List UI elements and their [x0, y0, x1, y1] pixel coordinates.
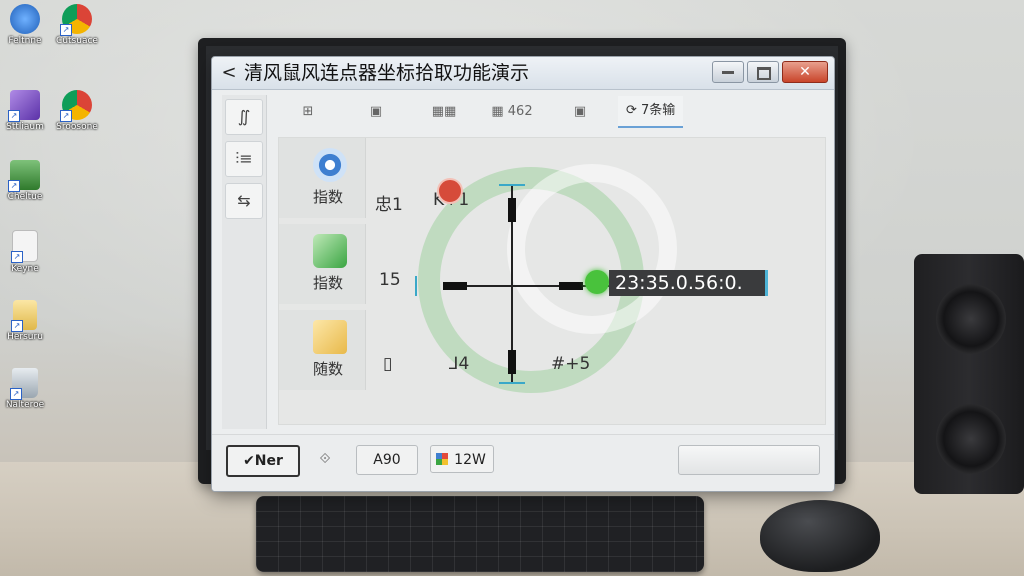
keyboard — [256, 496, 704, 572]
desktop-icon-3[interactable]: ↗ Sttliaum — [0, 90, 50, 132]
target-icon — [313, 148, 347, 182]
shortcut-arrow-icon: ↗ — [60, 24, 72, 36]
row-1-label: 指数 — [313, 188, 344, 206]
cell-r2c2: 15 — [379, 270, 401, 290]
crosshair-tick-top — [499, 184, 525, 186]
crosshair-handle-bottom[interactable] — [508, 350, 516, 374]
speaker-woofer-bottom — [936, 404, 1006, 474]
desktop-icon-4[interactable]: ↗ Sroosone — [52, 90, 102, 132]
tab-table[interactable]: ▦▦ — [414, 97, 474, 127]
recycle-bin-icon: ↗ — [10, 368, 38, 400]
desktop-icon-2[interactable]: ↗ Cutsuace — [52, 4, 102, 46]
swap-tool-icon[interactable]: ⇆ — [225, 183, 263, 219]
shortcut-arrow-icon: ↗ — [10, 388, 22, 400]
desktop-icon-8[interactable]: ↗ Nalteroe — [0, 368, 50, 410]
document-icon: ↗ — [11, 230, 38, 263]
row-3-label: 随数 — [313, 360, 344, 378]
shortcut-arrow-icon: ↗ — [11, 251, 23, 263]
red-marker-icon — [437, 178, 463, 204]
tab-refresh[interactable]: ⟳ 7条输 — [618, 96, 684, 128]
tab-grid[interactable]: ⊞ — [278, 97, 338, 127]
shortcut-arrow-icon: ↗ — [8, 180, 20, 192]
row-1[interactable]: 指数 — [279, 138, 366, 218]
colorful-app-icon — [436, 453, 448, 465]
crosshair-handle-top[interactable] — [508, 198, 516, 222]
row-2-label: 指数 — [313, 274, 344, 292]
chrome-icon: ↗ — [60, 4, 92, 36]
user-folder-icon — [10, 4, 40, 34]
row-3[interactable]: 随数 — [279, 310, 366, 390]
shortcut-arrow-icon: ↗ — [60, 110, 72, 122]
cell-r1c2: 忠1 — [375, 195, 403, 215]
shortcut-arrow-icon: ↗ — [11, 320, 23, 332]
window-title: 清风鼠风连点器坐标拾取功能演示 — [244, 62, 530, 84]
crosshair-tick-left — [415, 276, 417, 296]
a90-button[interactable]: A90 — [356, 445, 418, 475]
tab-save[interactable]: ▣ — [550, 97, 610, 127]
note-icon — [313, 320, 347, 354]
desktop-icon-1[interactable]: Feltnne — [0, 4, 50, 46]
crosshair-handle-left[interactable] — [443, 282, 467, 290]
crosshair-handle-right[interactable] — [559, 282, 583, 290]
w12-label: 12W — [454, 452, 486, 468]
wine-bottle-icon — [313, 234, 347, 268]
minimize-button[interactable] — [712, 61, 744, 83]
confirm-button[interactable]: ✔Ner — [226, 445, 300, 477]
cell-r3c3: ⅃4 — [449, 354, 470, 374]
close-icon: ✕ — [799, 64, 811, 80]
left-toolbar: ∬ ⫶≡ ⇆ — [222, 95, 267, 429]
bottom-bar: ✔Ner ⟐ A90 12W — [212, 434, 834, 491]
title-bar: < 清风鼠风连点器坐标拾取功能演示 ✕ — [212, 57, 834, 90]
pick-point-icon[interactable] — [585, 270, 609, 294]
app-window: < 清风鼠风连点器坐标拾取功能演示 ✕ ∬ ⫶≡ ⇆ ⊞ ▣ ▦▦ ▦ 462 … — [211, 56, 835, 492]
top-toolbar: ⊞ ▣ ▦▦ ▦ 462 ▣ ⟳ 7条输 — [278, 93, 824, 131]
text-file-icon: ↗ — [11, 300, 37, 332]
speaker-woofer-top — [936, 284, 1006, 354]
white-ring-overlay — [507, 164, 677, 334]
close-button[interactable]: ✕ — [782, 61, 828, 83]
chrome-icon: ↗ — [60, 90, 92, 122]
cell-r3c2: ▯ — [383, 354, 393, 374]
coordinate-panel: 指数 指数 随数 忠1 K+1 15 ▯ ⅃4 #+5 23:35.0.56:0… — [278, 137, 826, 425]
window-controls: ✕ — [712, 61, 828, 83]
media-player-icon: ↗ — [8, 90, 40, 122]
shortcut-arrow-icon: ↗ — [8, 110, 20, 122]
coordinate-readout: 23:35.0.56:0. — [609, 270, 768, 296]
desktop-icon-6[interactable]: ↗ Keyne — [0, 230, 50, 274]
list-tool-icon[interactable]: ⫶≡ — [225, 141, 263, 177]
tab-layout[interactable]: ▣ — [346, 97, 406, 127]
maximize-button[interactable] — [747, 61, 779, 83]
row-2[interactable]: 指数 — [279, 224, 366, 304]
diamond-icon[interactable]: ⟐ — [312, 445, 338, 473]
back-arrow-icon[interactable]: < — [218, 62, 240, 84]
w12-button[interactable]: 12W — [430, 445, 494, 473]
speaker — [914, 254, 1024, 494]
pointer-tool-icon[interactable]: ∬ — [225, 99, 263, 135]
action-button[interactable] — [678, 445, 820, 475]
tab-grid-count[interactable]: ▦ 462 — [482, 97, 542, 127]
crosshair-tick-bottom — [499, 382, 525, 384]
desktop-icon-7[interactable]: ↗ Hersuru — [0, 300, 50, 342]
cell-r3c4: #+5 — [551, 354, 591, 374]
mouse — [760, 500, 880, 572]
computer-icon: ↗ — [8, 160, 40, 192]
desktop-icon-5[interactable]: ↗ Cheltue — [0, 160, 50, 202]
